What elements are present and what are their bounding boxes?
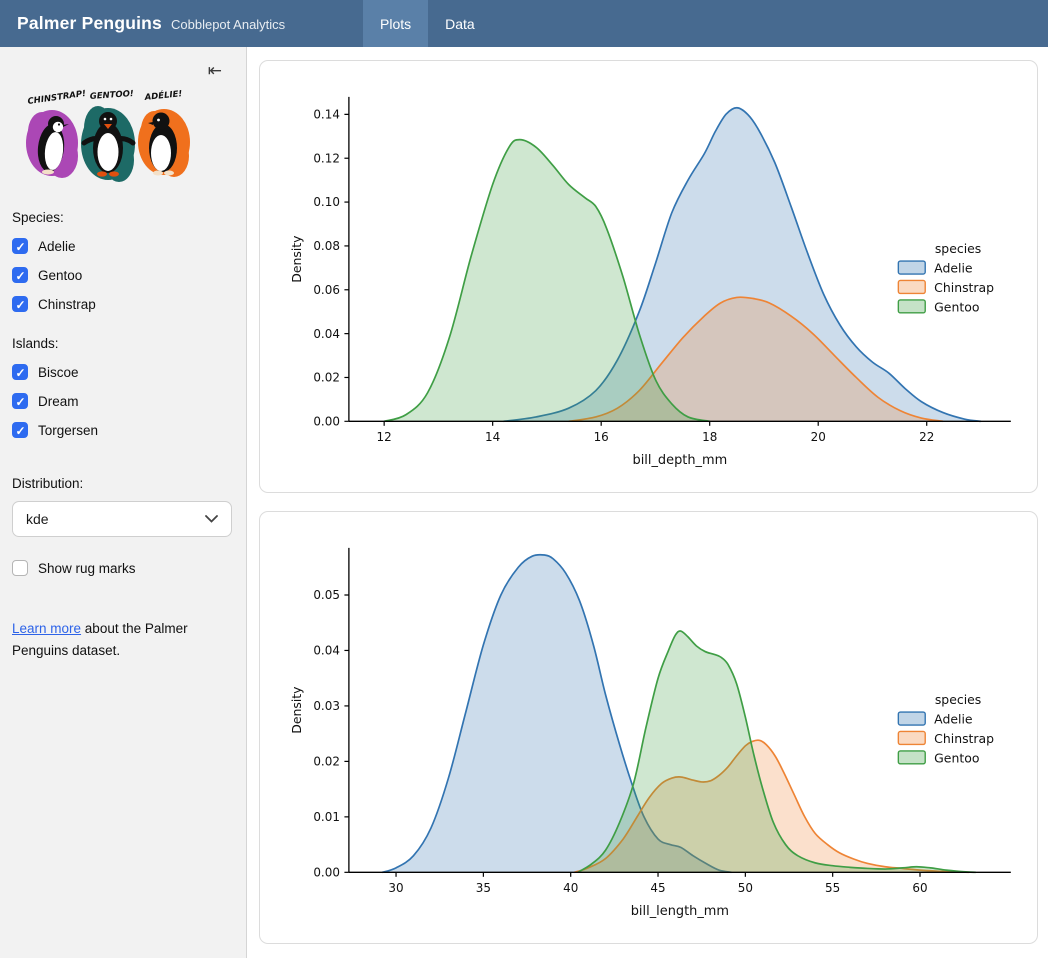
checkbox-torgersen[interactable] xyxy=(12,422,28,438)
chart-card-bill-length: 30 35 40 45 50 55 60 0.00 0.01 0.02 0.03 0.04 0.05 bi… xyxy=(259,511,1038,944)
learn-more-link[interactable]: Learn more xyxy=(12,621,81,636)
svg-text:60: 60 xyxy=(912,881,927,895)
svg-text:Gentoo: Gentoo xyxy=(934,299,979,314)
kde-chart-bill-length: 30 35 40 45 50 55 60 0.00 0.01 0.02 0.03 0.04 0.05 bi… xyxy=(260,512,1037,943)
checkbox-gentoo[interactable] xyxy=(12,267,28,283)
svg-text:0.05: 0.05 xyxy=(313,588,340,602)
checkbox-row-biscoe[interactable]: Biscoe xyxy=(12,364,234,380)
checkbox-chinstrap[interactable] xyxy=(12,296,28,312)
svg-text:18: 18 xyxy=(702,430,717,444)
svg-text:0.02: 0.02 xyxy=(313,755,340,769)
svg-text:Chinstrap: Chinstrap xyxy=(934,731,994,746)
svg-text:species: species xyxy=(935,692,981,707)
adelie-illustration xyxy=(138,109,190,177)
checkbox-row-gentoo[interactable]: Gentoo xyxy=(12,267,234,283)
app-header: Palmer Penguins Cobblepot Analytics Plot… xyxy=(0,0,1048,47)
svg-text:bill_depth_mm: bill_depth_mm xyxy=(633,453,728,468)
islands-label: Islands: xyxy=(12,336,234,351)
svg-text:0.08: 0.08 xyxy=(313,239,340,253)
svg-text:0.04: 0.04 xyxy=(313,644,340,658)
checkbox-label-torgersen: Torgersen xyxy=(38,423,98,438)
checkbox-row-chinstrap[interactable]: Chinstrap xyxy=(12,296,234,312)
svg-text:35: 35 xyxy=(476,881,491,895)
svg-text:0.02: 0.02 xyxy=(313,371,340,385)
species-label: Species: xyxy=(12,210,234,225)
distribution-label: Distribution: xyxy=(12,476,234,491)
svg-text:0.06: 0.06 xyxy=(313,283,340,297)
chevron-down-icon xyxy=(205,515,218,523)
svg-text:Adelie: Adelie xyxy=(934,261,972,276)
svg-text:Chinstrap: Chinstrap xyxy=(934,280,994,295)
svg-text:0.04: 0.04 xyxy=(313,327,340,341)
main-content: 12 14 16 18 20 22 0.00 0.02 0.04 0.06 0.08 0.10 0.12… xyxy=(247,47,1048,958)
svg-text:0.00: 0.00 xyxy=(313,415,340,429)
svg-text:50: 50 xyxy=(738,881,753,895)
checkbox-label-adelie: Adelie xyxy=(38,239,76,254)
app-subtitle: Cobblepot Analytics xyxy=(171,17,285,32)
svg-text:species: species xyxy=(935,241,981,256)
svg-text:16: 16 xyxy=(594,430,609,444)
sidebar: ⇤ xyxy=(0,47,247,958)
svg-text:12: 12 xyxy=(377,430,392,444)
chinstrap-illustration xyxy=(26,110,78,178)
artwork-label-chinstrap: CHINSTRAP! xyxy=(27,89,87,107)
svg-text:Density: Density xyxy=(289,235,304,282)
tab-plots[interactable]: Plots xyxy=(363,0,428,47)
sidebar-collapse-icon[interactable]: ⇤ xyxy=(208,62,222,79)
svg-text:0.12: 0.12 xyxy=(313,151,340,165)
distribution-select-value: kde xyxy=(26,511,49,527)
kde-chart-bill-depth: 12 14 16 18 20 22 0.00 0.02 0.04 0.06 0.08 0.10 0.12… xyxy=(260,61,1037,492)
checkbox-row-adelie[interactable]: Adelie xyxy=(12,238,234,254)
distribution-select[interactable]: kde xyxy=(12,501,232,537)
checkbox-adelie[interactable] xyxy=(12,238,28,254)
penguin-artwork: CHINSTRAP! GENTOO! ADÉLIE! xyxy=(14,88,192,184)
svg-text:30: 30 xyxy=(388,881,403,895)
svg-text:40: 40 xyxy=(563,881,578,895)
svg-text:bill_length_mm: bill_length_mm xyxy=(631,904,729,919)
rug-marks-row[interactable]: Show rug marks xyxy=(12,560,234,576)
rug-marks-label: Show rug marks xyxy=(38,561,136,576)
svg-text:Density: Density xyxy=(289,686,304,733)
svg-text:0.03: 0.03 xyxy=(313,699,340,713)
gentoo-illustration xyxy=(81,106,135,182)
chart-card-bill-depth: 12 14 16 18 20 22 0.00 0.02 0.04 0.06 0.08 0.10 0.12… xyxy=(259,60,1038,493)
checkbox-dream[interactable] xyxy=(12,393,28,409)
checkbox-label-gentoo: Gentoo xyxy=(38,268,82,283)
checkbox-label-dream: Dream xyxy=(38,394,79,409)
svg-text:Gentoo: Gentoo xyxy=(934,750,979,765)
sidebar-footer: Learn more about the Palmer Penguins dat… xyxy=(12,618,208,661)
checkbox-row-torgersen[interactable]: Torgersen xyxy=(12,422,234,438)
checkbox-label-chinstrap: Chinstrap xyxy=(38,297,96,312)
svg-text:Adelie: Adelie xyxy=(934,712,972,727)
svg-text:20: 20 xyxy=(811,430,826,444)
svg-text:0.01: 0.01 xyxy=(313,810,340,824)
svg-text:0.10: 0.10 xyxy=(313,195,340,209)
artwork-label-gentoo: GENTOO! xyxy=(90,89,135,102)
checkbox-biscoe[interactable] xyxy=(12,364,28,380)
checkbox-label-biscoe: Biscoe xyxy=(38,365,79,380)
checkbox-rug-marks[interactable] xyxy=(12,560,28,576)
checkbox-row-dream[interactable]: Dream xyxy=(12,393,234,409)
svg-text:55: 55 xyxy=(825,881,840,895)
artwork-label-adelie: ADÉLIE! xyxy=(143,88,183,103)
tab-data[interactable]: Data xyxy=(428,0,492,47)
svg-text:45: 45 xyxy=(650,881,665,895)
nav-tabs: Plots Data xyxy=(363,0,492,47)
app-title: Palmer Penguins xyxy=(17,13,162,34)
svg-text:14: 14 xyxy=(485,430,500,444)
app-brand: Palmer Penguins Cobblepot Analytics xyxy=(0,13,285,34)
svg-text:0.00: 0.00 xyxy=(313,866,340,880)
svg-text:22: 22 xyxy=(919,430,934,444)
svg-text:0.14: 0.14 xyxy=(313,108,340,122)
